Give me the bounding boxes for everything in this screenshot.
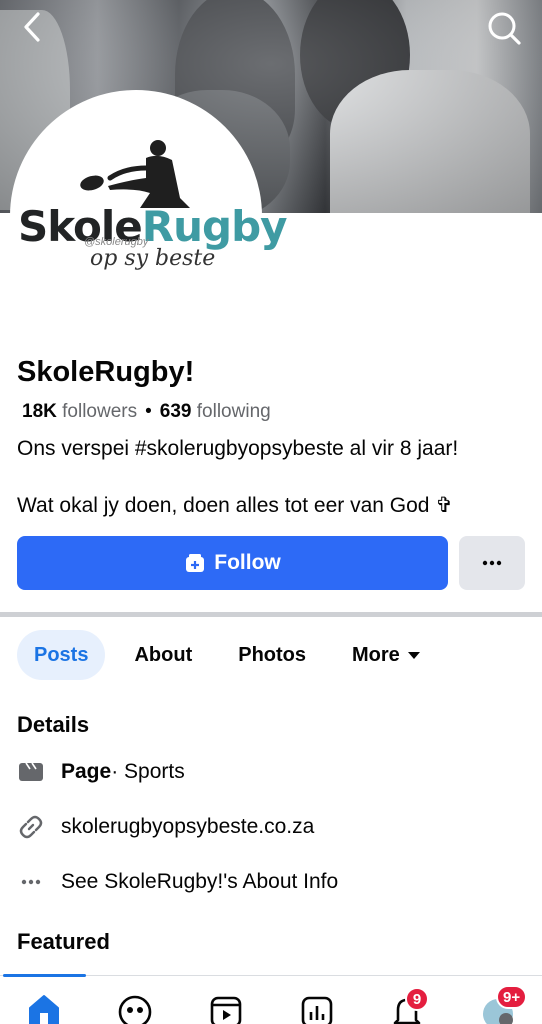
friends-icon (118, 995, 152, 1024)
tab-more[interactable]: More (335, 630, 437, 680)
detail-about-info[interactable]: See SkoleRugby!'s About Info (17, 867, 338, 897)
follow-stats: 18K followers • 639 following (22, 401, 271, 422)
bio-line: Wat okal jy doen, doen alles tot eer van… (17, 494, 453, 517)
more-options-button[interactable] (459, 536, 525, 590)
tab-about[interactable]: About (117, 630, 209, 680)
detail-category: Page · Sports (17, 757, 185, 787)
logo-tagline: op sy beste (90, 246, 216, 271)
page-flag-icon (17, 758, 45, 786)
tab-photos[interactable]: Photos (221, 630, 323, 680)
back-button[interactable] (18, 10, 48, 44)
nav-friends[interactable] (115, 992, 155, 1024)
follow-label: Follow (214, 551, 281, 574)
following-link[interactable]: 639 following (160, 401, 271, 422)
nav-notifications[interactable]: 9 (387, 987, 429, 1024)
featured-heading: Featured (17, 929, 110, 954)
ellipsis-icon (17, 868, 45, 896)
home-icon (29, 995, 59, 1024)
caret-down-icon (407, 651, 420, 659)
notification-badge: 9 (405, 987, 429, 1011)
nav-menu[interactable]: 9+ (478, 985, 528, 1024)
chevron-left-icon (24, 12, 40, 42)
page-title: SkoleRugby! (17, 356, 195, 388)
nav-video[interactable] (206, 992, 246, 1024)
rugby-player-logo-icon (80, 140, 190, 208)
nav-home[interactable] (24, 992, 64, 1024)
ellipsis-icon (482, 560, 502, 566)
follow-button[interactable]: Follow (17, 536, 448, 590)
search-icon (488, 12, 521, 45)
details-heading: Details (17, 712, 90, 737)
link-icon (17, 813, 45, 841)
tab-posts[interactable]: Posts (17, 630, 106, 680)
about-info-link[interactable]: See SkoleRugby!'s About Info (61, 870, 338, 894)
active-tab-indicator (3, 974, 86, 977)
chart-icon (301, 996, 333, 1024)
section-divider (0, 612, 542, 617)
search-button[interactable] (484, 8, 524, 48)
detail-website[interactable]: skolerugbyopsybeste.co.za (17, 812, 314, 842)
logo-wordmark: SkoleRugby (18, 202, 288, 251)
profile-avatar[interactable]: SkoleRugby @skolerugby op sy beste (10, 90, 288, 342)
follow-icon (184, 552, 206, 574)
followers-link[interactable]: 18K followers (22, 401, 137, 422)
nav-marketplace[interactable] (297, 992, 337, 1024)
bottom-nav-bar: 9 9+ (0, 974, 542, 1024)
profile-tabs: Posts About Photos More (17, 630, 449, 680)
menu-badge: 9+ (496, 985, 528, 1009)
website-link[interactable]: skolerugbyopsybeste.co.za (61, 815, 314, 839)
bio-line: Ons verspei #skolerugbyopsybeste al vir … (17, 437, 459, 460)
video-icon (210, 996, 242, 1024)
